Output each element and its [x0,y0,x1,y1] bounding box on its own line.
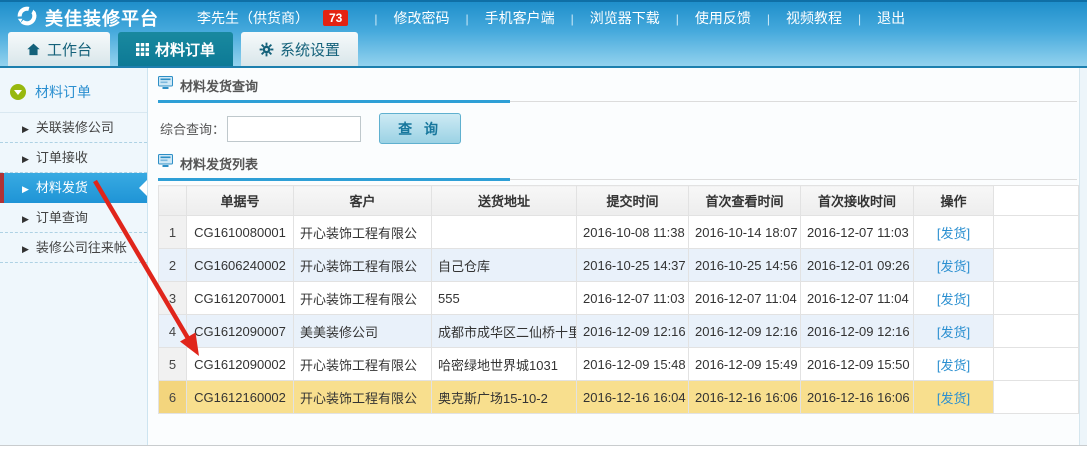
search-input[interactable] [227,116,361,142]
col-order-no: 单据号 [187,186,294,216]
ship-action-link[interactable]: [发货] [937,292,970,307]
topbar: 美佳装修平台 李先生（供货商） 73 修改密码 手机客户端 浏览器下载 使用反馈… [0,2,1087,34]
query-label: 综合查询： [160,119,225,138]
gear-icon [259,42,274,57]
user-info: 李先生（供货商） [197,8,309,28]
sidebar: 材料订单 ▶关联装修公司 ▶订单接收 ▶材料发货 ▶订单查询 ▶装修公司往来帐 [0,68,148,445]
sidebar-item-company-accounts[interactable]: ▶装修公司往来帐 [0,233,147,263]
tab-material-orders[interactable]: 材料订单 [118,32,233,66]
col-address: 送货地址 [432,186,577,216]
top-link-logout[interactable]: 退出 [842,8,905,28]
table-row: 5 CG1612090002 开心装饰工程有限公 哈密绿地世界城1031 201… [159,348,1079,381]
tab-bar: 工作台 材料订单 [8,32,358,66]
active-notch [139,180,147,196]
notification-badge[interactable]: 73 [323,10,348,26]
tab-workbench[interactable]: 工作台 [8,32,110,66]
ship-action-link[interactable]: [发货] [937,325,970,340]
col-filler [994,186,1079,216]
caret-right-icon: ▶ [22,124,29,134]
monitor-icon [158,154,173,173]
table-row: 4 CG1612090007 美美装修公司 成都市成华区二仙桥十里 2016-1… [159,315,1079,348]
sidebar-item-order-receive[interactable]: ▶订单接收 [0,143,147,173]
table-row: 2 CG1606240002 开心装饰工程有限公 自己仓库 2016-10-25… [159,249,1079,282]
top-link-change-password[interactable]: 修改密码 [358,8,449,28]
sidebar-item-linked-companies[interactable]: ▶关联装修公司 [0,113,147,143]
top-link-video-tutorial[interactable]: 视频教程 [751,8,842,28]
app-header: 美佳装修平台 李先生（供货商） 73 修改密码 手机客户端 浏览器下载 使用反馈… [0,0,1087,68]
main-content: 材料发货查询 综合查询： 查 询 材料发货列表 [148,68,1080,445]
chevron-down-icon [10,84,26,100]
top-link-browser-download[interactable]: 浏览器下载 [555,8,660,28]
col-first-view-time: 首次查看时间 [689,186,801,216]
sidebar-item-material-shipping[interactable]: ▶材料发货 [0,173,147,203]
table-row-highlighted: 6 CG1612160002 开心装饰工程有限公 奥克斯广场15-10-2 20… [159,381,1079,414]
monitor-icon [158,76,173,95]
table-row: 1 CG1610080001 开心装饰工程有限公 2016-10-08 11:3… [159,216,1079,249]
brand-logo-icon [16,5,38,32]
top-links: 修改密码 手机客户端 浏览器下载 使用反馈 视频教程 退出 [358,8,905,28]
list-section-header: 材料发货列表 [158,154,1077,180]
table-header-row: 单据号 客户 送货地址 提交时间 首次查看时间 首次接收时间 操作 [159,186,1079,216]
brand: 美佳装修平台 [16,5,159,32]
tab-label: 工作台 [47,39,92,60]
caret-right-icon: ▶ [22,184,29,194]
sidebar-item-order-query[interactable]: ▶订单查询 [0,203,147,233]
top-link-feedback[interactable]: 使用反馈 [660,8,751,28]
page: 美佳装修平台 李先生（供货商） 73 修改密码 手机客户端 浏览器下载 使用反馈… [0,0,1087,450]
query-section-header: 材料发货查询 [158,76,1077,102]
col-first-receive-time: 首次接收时间 [801,186,914,216]
list-section-title: 材料发货列表 [180,154,258,173]
ship-action-link[interactable]: [发货] [937,391,970,406]
body: 材料订单 ▶关联装修公司 ▶订单接收 ▶材料发货 ▶订单查询 ▶装修公司往来帐 [0,68,1087,446]
grid-icon [136,43,149,56]
col-submit-time: 提交时间 [577,186,689,216]
ship-action-link[interactable]: [发货] [937,358,970,373]
ship-action-link[interactable]: [发货] [937,259,970,274]
tab-system-settings[interactable]: 系统设置 [241,32,358,66]
top-link-mobile-client[interactable]: 手机客户端 [449,8,554,28]
shipping-table: 单据号 客户 送货地址 提交时间 首次查看时间 首次接收时间 操作 1 CG16… [158,185,1079,414]
home-icon [26,42,41,57]
brand-title: 美佳装修平台 [45,5,159,31]
right-margin-strip [1080,68,1087,445]
col-customer: 客户 [294,186,432,216]
query-form: 综合查询： 查 询 [160,113,1079,144]
caret-right-icon: ▶ [22,244,29,254]
col-action: 操作 [914,186,994,216]
caret-right-icon: ▶ [22,214,29,224]
caret-right-icon: ▶ [22,154,29,164]
sidebar-title: 材料订单 [35,82,91,102]
tab-label: 材料订单 [155,39,215,60]
search-button[interactable]: 查 询 [379,113,461,144]
col-row-number [159,186,187,216]
query-section-title: 材料发货查询 [180,76,258,95]
tab-label: 系统设置 [280,39,340,60]
table-row: 3 CG1612070001 开心装饰工程有限公 555 2016-12-07 … [159,282,1079,315]
ship-action-link[interactable]: [发货] [937,226,970,241]
sidebar-header[interactable]: 材料订单 [0,82,147,113]
